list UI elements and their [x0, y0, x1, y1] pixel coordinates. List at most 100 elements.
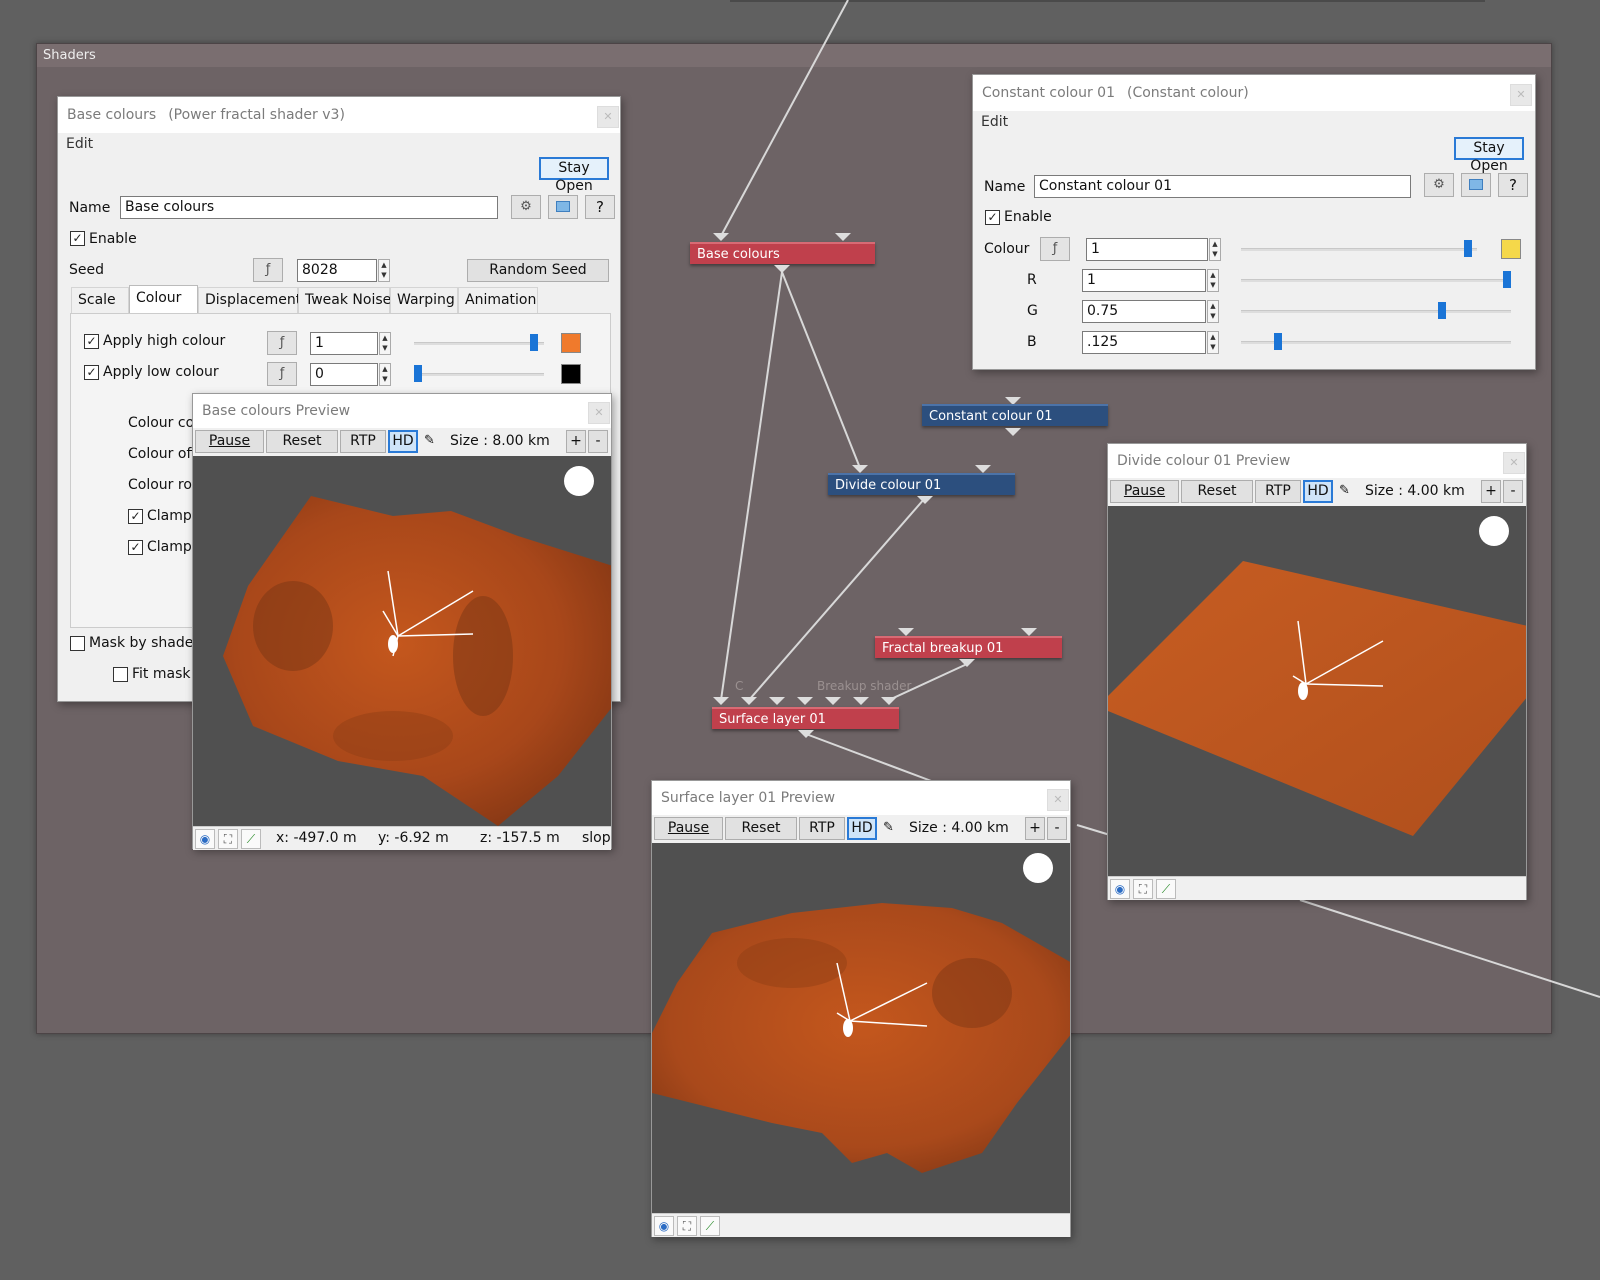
reset-button[interactable]: Reset: [1181, 480, 1253, 503]
rtp-button[interactable]: RTP: [340, 430, 386, 453]
node-input-port[interactable]: [713, 697, 729, 705]
node-output-port[interactable]: [798, 730, 814, 738]
eye-icon[interactable]: ◉: [195, 829, 215, 849]
node-input-port[interactable]: [825, 697, 841, 705]
apply-low-stepper[interactable]: ▲ ▼: [379, 363, 391, 386]
curve-icon[interactable]: ⟋: [241, 829, 261, 849]
apply-high-stepper[interactable]: ▲ ▼: [379, 332, 391, 355]
node-surface-layer[interactable]: Surface layer 01: [712, 707, 899, 729]
r-stepper[interactable]: ▲ ▼: [1207, 269, 1219, 292]
brush-icon[interactable]: ✎: [424, 433, 435, 448]
node-constant-colour[interactable]: Constant colour 01: [922, 404, 1108, 426]
frame-icon[interactable]: ⛶: [1133, 879, 1153, 899]
frame-icon[interactable]: ⛶: [677, 1216, 697, 1236]
apply-high-slider[interactable]: [414, 342, 544, 345]
preview-icon[interactable]: [548, 195, 578, 219]
help-button[interactable]: ?: [585, 195, 615, 219]
apply-low-slider[interactable]: [414, 373, 544, 376]
preview-viewport[interactable]: [193, 456, 611, 826]
zoom-in-button[interactable]: +: [566, 430, 586, 453]
window-titlebar[interactable]: Base colours (Power fractal shader v3): [58, 97, 620, 133]
clamp-low-checkbox[interactable]: ✓: [128, 540, 143, 555]
brush-icon[interactable]: ✎: [1339, 483, 1350, 498]
hd-button[interactable]: HD: [847, 817, 877, 840]
close-icon[interactable]: ✕: [1047, 789, 1069, 811]
close-icon[interactable]: ✕: [1503, 452, 1525, 474]
seed-stepper[interactable]: ▲ ▼: [378, 259, 390, 282]
surface-layer-preview-window[interactable]: Surface layer 01 Preview ✕ Pause Reset R…: [651, 780, 1071, 1237]
node-input-port[interactable]: [713, 233, 729, 241]
node-input-port[interactable]: [835, 233, 851, 241]
b-slider-thumb[interactable]: [1273, 333, 1282, 350]
eye-icon[interactable]: ◉: [1110, 879, 1130, 899]
preview-icon[interactable]: [1461, 173, 1491, 197]
node-output-port[interactable]: [959, 659, 975, 667]
r-field[interactable]: 1: [1082, 269, 1206, 292]
high-colour-swatch[interactable]: [561, 333, 581, 353]
node-input-port[interactable]: [852, 465, 868, 473]
b-field[interactable]: .125: [1082, 331, 1206, 354]
base-colours-preview-window[interactable]: Base colours Preview ✕ Pause Reset RTP H…: [192, 393, 612, 850]
function-icon[interactable]: ƒ: [253, 258, 283, 282]
curve-icon[interactable]: ⟋: [700, 1216, 720, 1236]
node-input-port[interactable]: [898, 628, 914, 636]
window-titlebar[interactable]: Constant colour 01 (Constant colour): [973, 75, 1535, 111]
r-slider[interactable]: [1241, 279, 1511, 282]
node-output-port[interactable]: [774, 265, 790, 273]
stay-open-button[interactable]: Stay Open: [1454, 137, 1524, 174]
node-input-port[interactable]: [975, 465, 991, 473]
zoom-out-button[interactable]: -: [588, 430, 608, 453]
close-icon[interactable]: ✕: [588, 402, 610, 424]
g-slider-thumb[interactable]: [1437, 302, 1446, 319]
node-input-port[interactable]: [853, 697, 869, 705]
function-icon[interactable]: ƒ: [267, 331, 297, 355]
mask-by-shader-checkbox[interactable]: [70, 636, 85, 651]
close-icon[interactable]: ✕: [597, 106, 619, 128]
tab-colour[interactable]: Colour: [129, 285, 198, 313]
node-input-port[interactable]: [881, 697, 897, 705]
hd-button[interactable]: HD: [388, 430, 418, 453]
node-output-port[interactable]: [1005, 428, 1021, 436]
pause-button[interactable]: Pause: [195, 430, 264, 453]
rtp-button[interactable]: RTP: [799, 817, 845, 840]
colour-stepper[interactable]: ▲ ▼: [1209, 238, 1221, 261]
apply-low-field[interactable]: 0: [310, 363, 378, 386]
g-field[interactable]: 0.75: [1082, 300, 1206, 323]
pause-button[interactable]: Pause: [1110, 480, 1179, 503]
window-titlebar[interactable]: Base colours Preview: [193, 394, 611, 428]
preview-viewport[interactable]: [652, 843, 1070, 1213]
pause-button[interactable]: Pause: [654, 817, 723, 840]
window-titlebar[interactable]: Surface layer 01 Preview: [652, 781, 1070, 815]
eye-icon[interactable]: ◉: [654, 1216, 674, 1236]
rtp-button[interactable]: RTP: [1255, 480, 1301, 503]
random-seed-button[interactable]: Random Seed: [467, 259, 609, 282]
g-stepper[interactable]: ▲ ▼: [1207, 300, 1219, 323]
reset-button[interactable]: Reset: [266, 430, 338, 453]
edit-menu[interactable]: Edit: [981, 114, 1008, 130]
zoom-in-button[interactable]: +: [1025, 817, 1045, 840]
colour-slider[interactable]: [1241, 248, 1477, 251]
r-slider-thumb[interactable]: [1503, 271, 1511, 288]
name-field[interactable]: Base colours: [120, 196, 498, 219]
gear-icon[interactable]: ⚙: [511, 195, 541, 219]
tab-animation[interactable]: Animation: [458, 287, 538, 313]
colour-field[interactable]: 1: [1086, 238, 1208, 261]
fit-mask-checkbox[interactable]: [113, 667, 128, 682]
preview-viewport[interactable]: [1108, 506, 1526, 876]
zoom-in-button[interactable]: +: [1481, 480, 1501, 503]
gear-icon[interactable]: ⚙: [1424, 173, 1454, 197]
apply-low-slider-thumb[interactable]: [414, 365, 422, 382]
compass-icon[interactable]: [564, 466, 594, 496]
apply-high-slider-thumb[interactable]: [529, 334, 538, 351]
node-input-port[interactable]: [797, 697, 813, 705]
node-input-port[interactable]: [741, 697, 757, 705]
enable-checkbox[interactable]: ✓: [70, 231, 85, 246]
help-button[interactable]: ?: [1498, 173, 1528, 197]
brush-icon[interactable]: ✎: [883, 820, 894, 835]
enable-checkbox[interactable]: ✓: [985, 210, 1000, 225]
compass-icon[interactable]: [1479, 516, 1509, 546]
low-colour-swatch[interactable]: [561, 364, 581, 384]
apply-low-checkbox[interactable]: ✓: [84, 365, 99, 380]
reset-button[interactable]: Reset: [725, 817, 797, 840]
tab-displacement[interactable]: Displacement: [198, 287, 301, 313]
